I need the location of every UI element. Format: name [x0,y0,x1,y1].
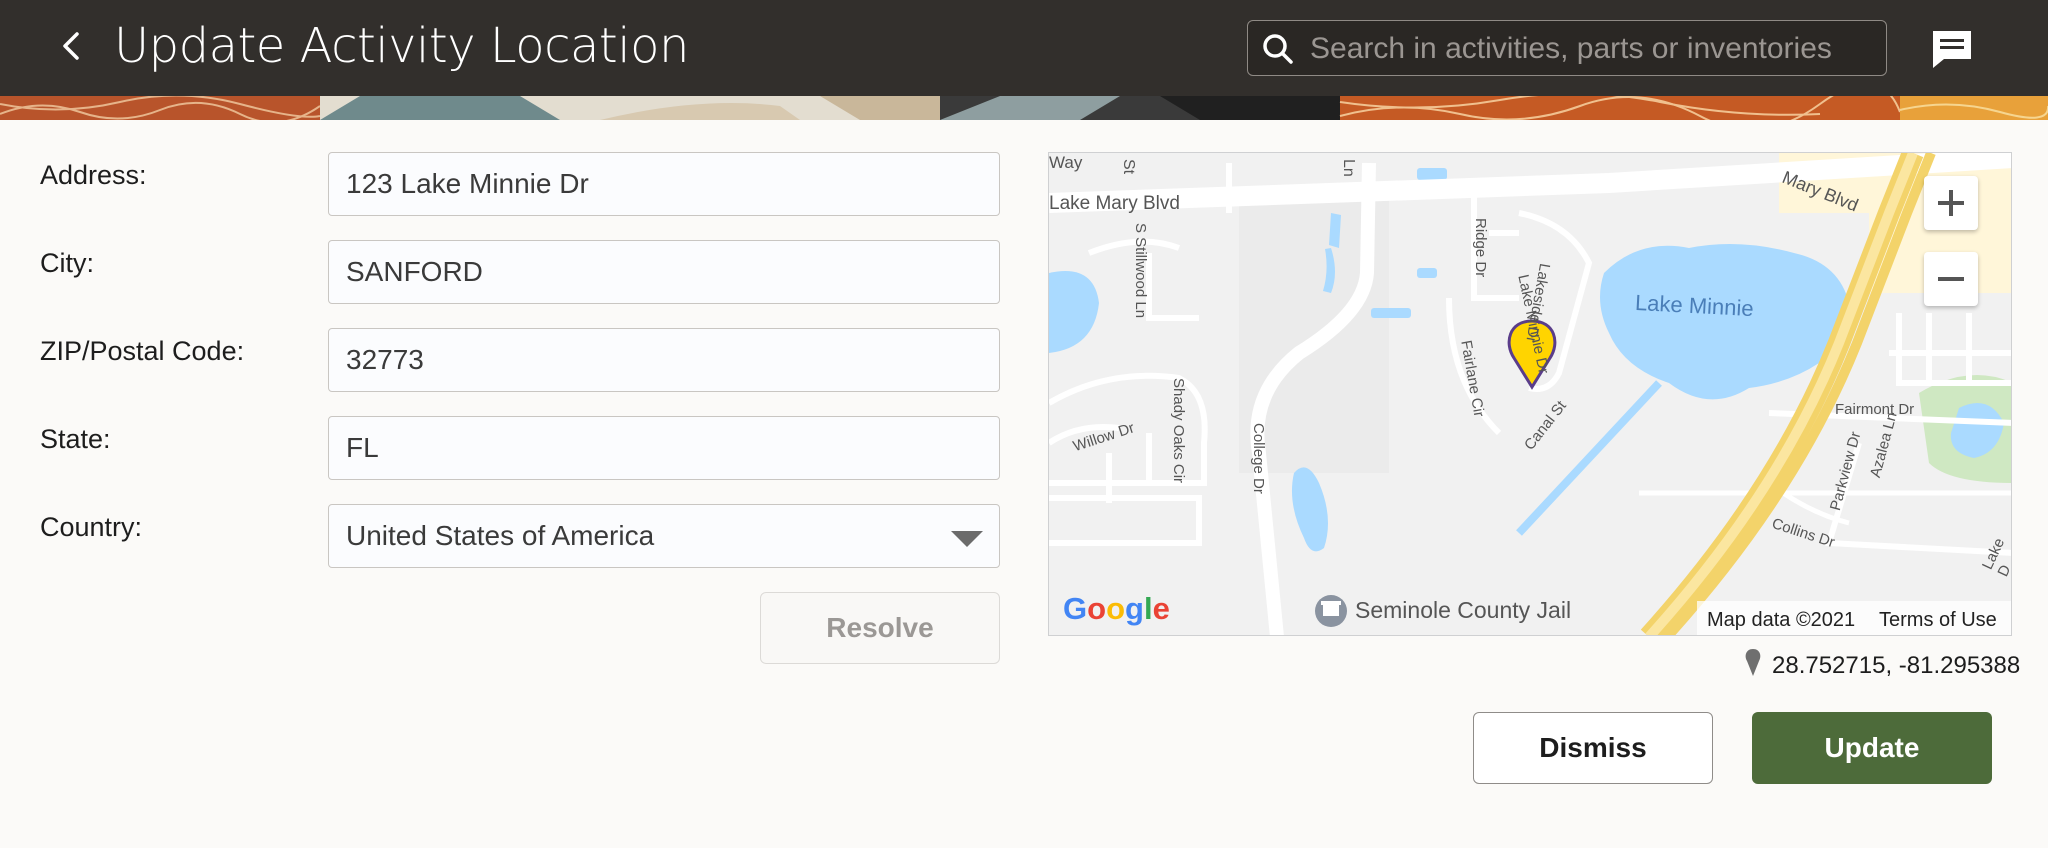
map-label: S Stillwood Ln [1132,223,1149,319]
map-label: St [1120,159,1137,175]
country-select[interactable]: United States of America [328,504,1000,568]
chat-icon[interactable] [1930,28,1974,70]
search-icon [1263,34,1293,64]
decorative-banner [0,96,2048,120]
city-value: SANFORD [346,256,483,287]
coordinates-text: 28.752715, -81.295388 [1772,652,2021,679]
state-value: FL [346,432,379,463]
update-button[interactable]: Update [1752,712,1992,784]
page-title: Update Activity Location [114,18,689,74]
map-label: Ln [1340,159,1357,177]
app-header: Update Activity Location Search in activ… [0,0,2048,96]
city-field[interactable]: SANFORD [328,240,1000,304]
zoom-out-button[interactable] [1924,252,1978,306]
zip-label: ZIP/Postal Code: [40,336,245,366]
search-input[interactable]: Search in activities, parts or inventori… [1247,20,1887,76]
address-value: 123 Lake Minnie Dr [346,168,589,199]
map-label: Way [1049,153,1083,172]
plus-icon [1938,190,1964,216]
location-pin-icon [1745,649,1761,676]
map-data-text: Map data ©2021 [1707,609,1856,631]
address-label: Address: [40,160,147,190]
map-label: Shady Oaks Cir [1170,378,1187,484]
zoom-in-button[interactable] [1924,176,1978,230]
map-label: Seminole County Jail [1355,597,1572,623]
map-label: Fairmont Dr [1835,401,1915,418]
zip-field[interactable]: 32773 [328,328,1000,392]
chevron-down-icon [951,531,983,547]
minus-icon [1938,277,1964,281]
address-field[interactable]: 123 Lake Minnie Dr [328,152,1000,216]
map-label: Ridge Dr [1472,218,1489,278]
terms-of-use-link[interactable]: Terms of Use [1879,609,1997,632]
country-value: United States of America [346,520,655,551]
google-logo: Google [1063,591,1170,626]
map-label: Lake Mary Blvd [1049,193,1180,214]
state-label: State: [40,424,111,454]
dismiss-button[interactable]: Dismiss [1473,712,1713,784]
resolve-button[interactable]: Resolve [760,592,1000,664]
country-label: Country: [40,512,143,542]
state-field[interactable]: FL [328,416,1000,480]
map-view[interactable]: Way Lake Mary Blvd Mary Blvd St Ln S Sti… [1048,152,2012,636]
map-canvas [1049,153,2011,635]
search-placeholder: Search in activities, parts or inventori… [1310,32,1832,65]
back-arrow-icon[interactable] [52,26,92,66]
city-label: City: [40,248,94,278]
zip-value: 32773 [346,344,424,375]
map-label: College Dr [1250,423,1267,494]
